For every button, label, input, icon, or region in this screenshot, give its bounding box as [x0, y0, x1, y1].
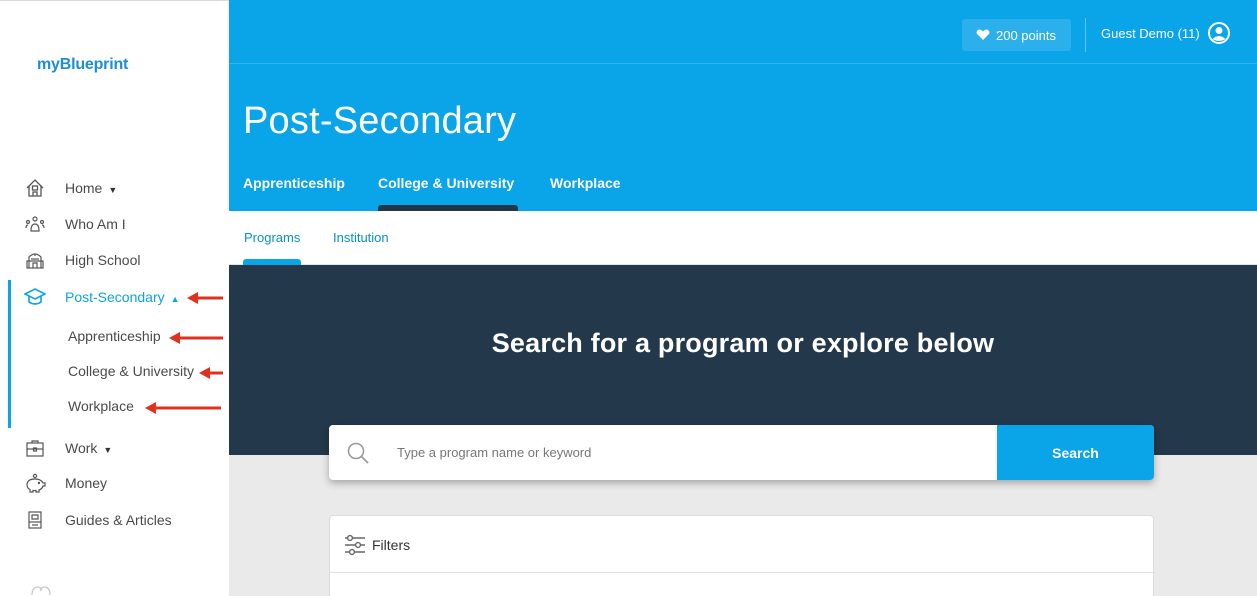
sidebar-item-label: High School: [65, 252, 141, 268]
sidebar-item-money[interactable]: Money: [0, 466, 229, 500]
page-title: Post-Secondary: [243, 100, 517, 142]
user-menu-button[interactable]: Guest Demo (11): [1101, 22, 1230, 44]
caret-up-icon: ▲: [170, 294, 180, 304]
points-button[interactable]: 200 points: [962, 19, 1071, 51]
briefcase-icon: [24, 437, 46, 459]
tab-apprenticeship[interactable]: Apprenticeship: [243, 175, 345, 191]
sidebar-item-work[interactable]: Work ▼: [0, 431, 229, 465]
book-icon: [24, 509, 46, 531]
graduation-cap-icon: [24, 286, 46, 308]
sidebar-item-guides-articles[interactable]: Guides & Articles: [0, 503, 229, 537]
sidebar-item-high-school[interactable]: High School: [0, 243, 229, 277]
sidebar-item-label: Guides & Articles: [65, 512, 172, 528]
search-button[interactable]: Search: [997, 425, 1154, 480]
sidebar-item-home[interactable]: Home ▼: [0, 171, 229, 205]
heart-outline-icon: [31, 586, 51, 596]
tab-workplace[interactable]: Workplace: [550, 175, 621, 191]
search-icon: [347, 442, 369, 464]
piggy-bank-icon: [24, 472, 46, 494]
header-divider: [1085, 18, 1086, 52]
sidebar-item-label: Home ▼: [65, 180, 118, 196]
people-icon: [24, 213, 46, 235]
home-icon: [24, 177, 46, 199]
user-name: Guest Demo (11): [1101, 25, 1200, 41]
caret-down-icon: ▼: [103, 445, 113, 455]
sidebar: myBlueprint Home ▼ Who Am I High School P…: [0, 0, 229, 596]
sidebar-item-favourites-partial[interactable]: [30, 585, 150, 596]
heart-icon: [976, 29, 990, 40]
subtab-programs[interactable]: Programs: [244, 230, 300, 245]
annotation-arrow-icon: [169, 332, 223, 344]
sidebar-item-label: Work ▼: [65, 440, 113, 456]
sidebar-item-label: Post-Secondary ▲: [65, 289, 180, 305]
sidebar-item-who-am-i[interactable]: Who Am I: [0, 207, 229, 241]
search-input[interactable]: [389, 425, 989, 480]
subtab-institution[interactable]: Institution: [333, 230, 389, 245]
hero-title: Search for a program or explore below: [491, 328, 995, 358]
filters-toggle[interactable]: Filters: [330, 516, 1155, 573]
page-header: 200 points Guest Demo (11) Post-Secondar…: [229, 0, 1257, 211]
filters-label: Filters: [372, 537, 411, 553]
annotation-arrow-icon: [199, 367, 223, 379]
sub-navigation: Programs Institution: [229, 211, 1257, 265]
sidebar-item-label: Money: [65, 475, 108, 491]
sidebar-subitem-label: College & University: [68, 363, 195, 379]
sidebar-subitem-label: Apprenticeship: [68, 328, 161, 344]
school-building-icon: [24, 249, 46, 271]
sliders-icon: [345, 534, 365, 556]
tab-college-university[interactable]: College & University: [378, 175, 514, 191]
user-avatar-icon: [1207, 22, 1230, 44]
sidebar-subitem-label: Workplace: [68, 398, 134, 414]
brand-logo[interactable]: myBlueprint: [37, 56, 128, 74]
annotation-arrow-icon: [187, 292, 223, 304]
search-bar: Search: [329, 425, 1154, 480]
annotation-arrow-icon: [145, 402, 221, 414]
sidebar-subitem-college-university[interactable]: College & University: [0, 356, 229, 388]
header-separator: [229, 63, 1257, 64]
filters-panel: Filters: [329, 515, 1155, 596]
caret-down-icon: ▼: [108, 185, 118, 195]
points-label: 200 points: [996, 27, 1056, 43]
sidebar-item-label: Who Am I: [65, 216, 126, 232]
